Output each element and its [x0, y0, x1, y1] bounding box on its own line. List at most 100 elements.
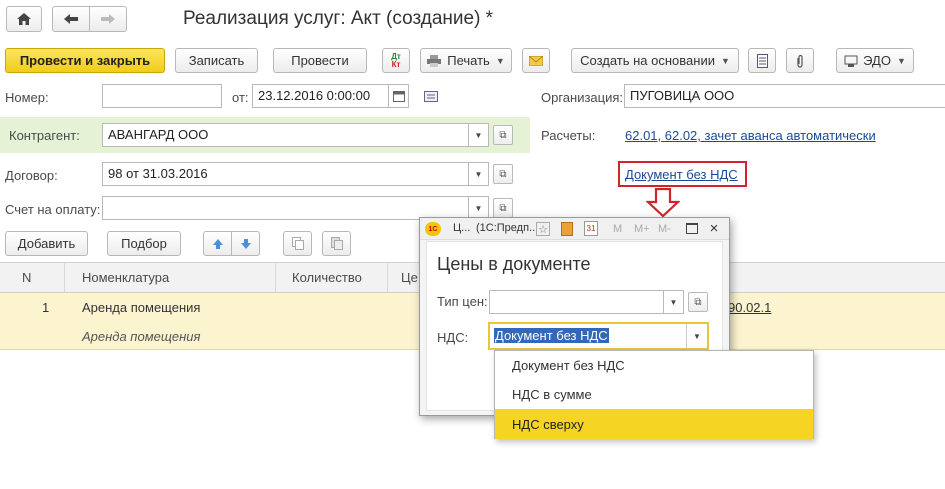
price-type-label: Тип цен: — [437, 294, 488, 309]
create-based-on-button[interactable]: Создать на основании ▼ — [571, 48, 739, 73]
forward-button[interactable] — [89, 6, 127, 32]
open-window-icon: ⧉ — [694, 296, 702, 308]
home-button[interactable] — [6, 6, 42, 32]
chevron-down-icon: ▼ — [896, 55, 906, 66]
open-window-icon: ⧉ — [499, 168, 507, 180]
dialog-title-app: (1С:Предп... — [476, 222, 536, 234]
chevron-down-icon: ▼ — [474, 203, 483, 213]
memory-button-m-plus[interactable]: M+ — [634, 223, 650, 235]
column-quantity[interactable]: Количество — [292, 270, 362, 285]
vat-option[interactable]: НДС в сумме — [495, 380, 813, 409]
organization-label: Организация: — [541, 90, 624, 105]
chevron-down-icon: ▼ — [720, 55, 730, 66]
memory-button-m[interactable]: M — [613, 223, 622, 235]
row-item: Аренда помещения — [82, 300, 201, 315]
vat-option-highlighted[interactable]: НДС сверху — [495, 409, 813, 439]
counterparty-open-button[interactable]: ⧉ — [493, 125, 513, 145]
column-price[interactable]: Це — [401, 270, 418, 285]
price-type-open-button[interactable]: ⧉ — [688, 292, 708, 312]
attach-button[interactable] — [786, 48, 814, 73]
arrow-right-icon — [101, 14, 115, 24]
counterparty-dropdown[interactable]: ▼ — [469, 123, 489, 147]
paste-row-button[interactable] — [322, 231, 351, 256]
report-button[interactable] — [748, 48, 776, 73]
paperclip-icon — [797, 54, 803, 68]
contract-field[interactable]: 98 от 31.03.2016 — [102, 162, 469, 186]
chevron-down-icon: ▼ — [669, 297, 678, 307]
contract-label: Договор: — [5, 168, 58, 183]
vat-field-value: Документ без НДС — [494, 328, 609, 343]
copy-icon — [291, 237, 304, 250]
row-number: 1 — [42, 300, 50, 315]
arrow-left-icon — [64, 14, 78, 24]
email-button[interactable] — [522, 48, 550, 73]
counterparty-label: Контрагент: — [9, 128, 80, 143]
price-type-field[interactable] — [489, 290, 664, 314]
calculator-icon[interactable] — [561, 222, 573, 236]
dt-kt-button[interactable]: Дт Кт — [382, 48, 410, 73]
dialog-title-prefix: Ц... — [453, 222, 471, 234]
print-button[interactable]: Печать ▼ — [420, 48, 512, 73]
settlements-label: Расчеты: — [541, 128, 596, 143]
organization-field[interactable]: ПУГОВИЦА ООО — [624, 84, 945, 108]
memory-button-m-minus[interactable]: M- — [658, 223, 671, 235]
arrow-down-icon — [240, 238, 251, 249]
contract-dropdown[interactable]: ▼ — [469, 162, 489, 186]
back-button[interactable] — [52, 6, 90, 32]
vat-field[interactable]: Документ без НДС — [488, 322, 709, 350]
column-item[interactable]: Номенклатура — [82, 270, 169, 285]
column-n[interactable]: N — [22, 270, 31, 285]
contract-open-button[interactable]: ⧉ — [493, 164, 513, 184]
chevron-down-icon: ▼ — [474, 169, 483, 179]
arrow-up-icon — [212, 238, 223, 249]
dt-kt-icon: Дт Кт — [391, 51, 401, 69]
maximize-icon[interactable] — [686, 223, 698, 234]
chevron-down-icon: ▼ — [693, 331, 701, 341]
number-label: Номер: — [5, 90, 49, 105]
vat-options-list: Документ без НДС НДС в сумме НДС сверху — [494, 350, 814, 439]
date-field[interactable]: 23.12.2016 0:00:00 — [252, 84, 389, 108]
invoice-label: Счет на оплату: — [5, 202, 101, 217]
chevron-down-icon: ▼ — [495, 55, 505, 66]
post-button[interactable]: Провести — [273, 48, 367, 73]
row-account-link[interactable]: 90.02.1 — [728, 300, 788, 315]
copy-row-button[interactable] — [283, 231, 312, 256]
counterparty-field[interactable]: АВАНГАРД ООО — [102, 123, 469, 147]
close-icon[interactable]: × — [707, 220, 721, 237]
add-row-button[interactable]: Добавить — [5, 231, 88, 256]
window-title: Реализация услуг: Акт (создание) * — [183, 8, 494, 29]
print-label: Печать — [447, 53, 490, 68]
move-down-button[interactable] — [231, 231, 260, 256]
envelope-icon — [529, 55, 543, 66]
app-logo-icon: 1C — [425, 222, 441, 236]
chevron-down-icon: ▼ — [474, 130, 483, 140]
pick-button[interactable]: Подбор — [107, 231, 181, 256]
create-based-label: Создать на основании — [580, 53, 715, 68]
open-window-icon: ⧉ — [499, 202, 507, 214]
row-item-content: Аренда помещения — [82, 329, 201, 344]
settlements-link[interactable]: 62.01, 62.02, зачет аванса автоматически — [625, 128, 876, 143]
home-icon — [17, 13, 31, 25]
post-and-close-button[interactable]: Провести и закрыть — [5, 48, 165, 73]
calendar-icon[interactable]: 31 — [584, 221, 598, 236]
document-list-icon — [756, 53, 768, 68]
number-field[interactable] — [102, 84, 222, 108]
printer-icon — [427, 54, 442, 67]
calendar-icon — [392, 90, 405, 102]
vat-dropdown-button[interactable]: ▼ — [686, 324, 707, 348]
vat-option[interactable]: Документ без НДС — [495, 351, 813, 380]
callout-arrow — [646, 188, 680, 218]
favorite-icon[interactable]: ☆ — [536, 222, 550, 236]
edo-icon — [844, 55, 858, 67]
calendar-button[interactable] — [389, 84, 409, 108]
invoice-field[interactable] — [102, 196, 469, 220]
open-window-icon: ⧉ — [499, 129, 507, 141]
edo-label: ЭДО — [863, 53, 891, 68]
invoice-open-button[interactable]: ⧉ — [493, 198, 513, 218]
price-type-dropdown[interactable]: ▼ — [664, 290, 684, 314]
history-icon[interactable] — [423, 89, 439, 103]
vat-link[interactable]: Документ без НДС — [625, 167, 738, 182]
edo-button[interactable]: ЭДО ▼ — [836, 48, 914, 73]
save-button[interactable]: Записать — [175, 48, 258, 73]
move-up-button[interactable] — [203, 231, 232, 256]
